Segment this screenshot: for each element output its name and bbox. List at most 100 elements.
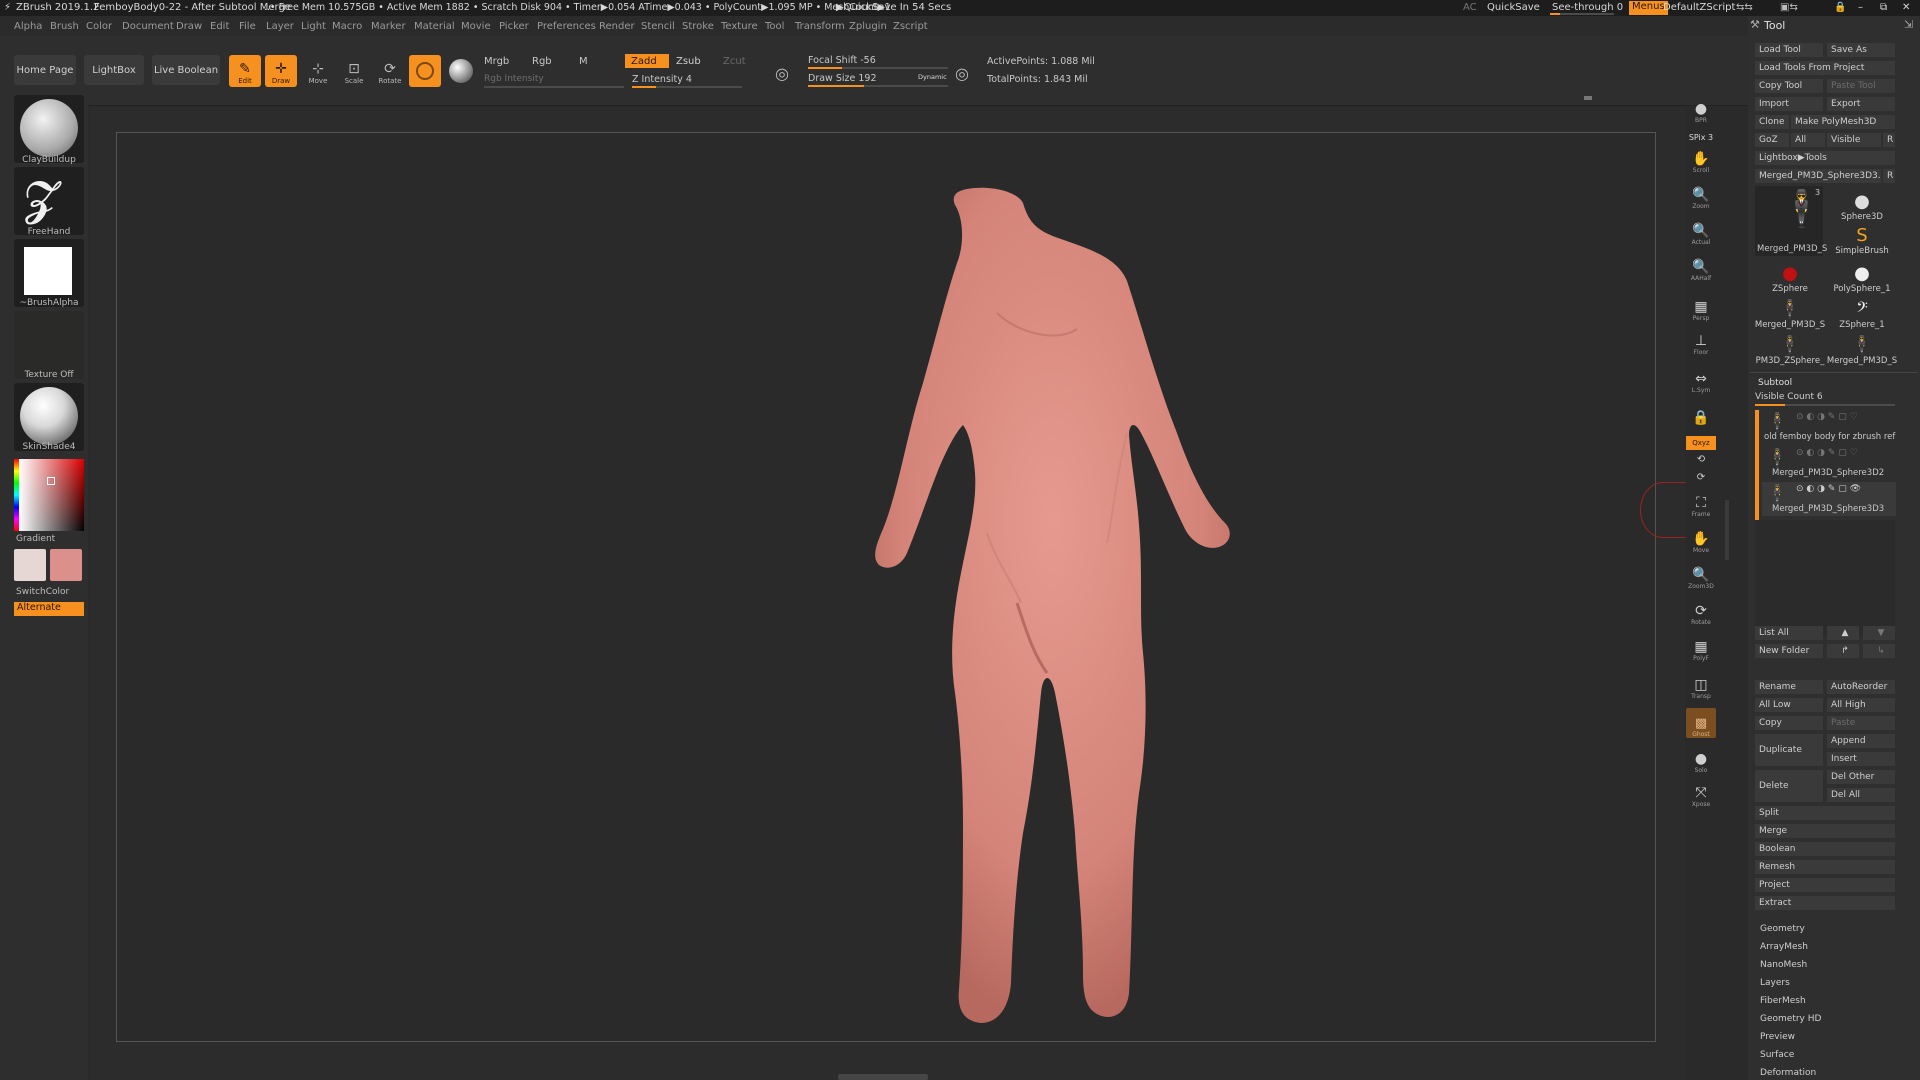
menu-alpha[interactable]: Alpha	[14, 21, 42, 32]
subtool-item-3-selected[interactable]: 🕴 ⊙ ◐ ◑ ✎ ▢ 👁 Merged_PM3D_Sphere3D3	[1762, 482, 1896, 516]
dynamic-toggle[interactable]: Dynamic	[918, 73, 947, 81]
ghost-toggle[interactable]: ▩ Ghost	[1686, 708, 1716, 738]
viewport-canvas[interactable]	[116, 132, 1656, 1042]
rgb-intensity-slider[interactable]	[484, 86, 624, 88]
move-mode-button[interactable]: ⊹ Move	[302, 55, 334, 87]
material-sphere-icon[interactable]	[449, 59, 473, 83]
tool-thumb-polysphere[interactable]: ● PolySphere_1	[1827, 258, 1897, 294]
minimize-icon[interactable]: –	[1858, 2, 1863, 13]
menu-document[interactable]: Document	[122, 21, 174, 32]
list-all-button[interactable]: List All	[1755, 626, 1823, 640]
live-boolean-button[interactable]: Live Boolean	[152, 55, 220, 85]
zsub-toggle[interactable]: Zsub	[670, 54, 714, 68]
alpha-picker[interactable]	[14, 239, 84, 307]
subtool-toggles-icon[interactable]: ⊙ ◐ ◑ ✎ ▢ ♡	[1796, 448, 1858, 458]
zadd-toggle[interactable]: Zadd	[625, 54, 669, 68]
xyz-rotation-toggle[interactable]: Qxyz	[1686, 436, 1716, 450]
polyframe-button[interactable]: ▦ PolyF	[1686, 632, 1716, 662]
zcut-toggle[interactable]: Zcut	[717, 54, 761, 68]
hue-strip[interactable]	[14, 459, 19, 531]
zoom-button[interactable]: 🔍 Zoom	[1686, 180, 1716, 210]
palette-dock-icon[interactable]: ⇲	[1904, 18, 1913, 31]
tool-thumb-merged-3[interactable]: 🕴 Merged_PM3D_S	[1827, 330, 1897, 366]
import-button[interactable]: Import	[1755, 97, 1823, 111]
current-tool-slider[interactable]: Merged_PM3D_Sphere3D3.	[1755, 169, 1881, 183]
scroll-button[interactable]: ✋ Scroll	[1686, 144, 1716, 174]
section-geometry[interactable]: Geometry	[1760, 924, 1805, 934]
copy-tool-button[interactable]: Copy Tool	[1755, 79, 1823, 93]
menu-macro[interactable]: Macro	[332, 21, 362, 32]
texture-picker[interactable]	[14, 311, 84, 379]
section-layers[interactable]: Layers	[1760, 978, 1790, 988]
menu-stroke[interactable]: Stroke	[682, 21, 714, 32]
bpr-button[interactable]: ● BPR	[1686, 94, 1716, 124]
menu-zscript[interactable]: Zscript	[893, 21, 928, 32]
m-toggle[interactable]: M	[579, 56, 588, 67]
visible-count-track[interactable]	[1755, 404, 1895, 406]
seethrough-track[interactable]	[1550, 13, 1614, 15]
seethrough-slider[interactable]: See-through 0	[1552, 2, 1623, 13]
folder-arrow-down-icon[interactable]: ↳	[1863, 644, 1895, 658]
load-tools-from-project-button[interactable]: Load Tools From Project	[1755, 61, 1895, 75]
del-other-button[interactable]: Del Other	[1827, 770, 1895, 784]
quicksave-button[interactable]: QuickSave	[1487, 2, 1540, 13]
menu-layer[interactable]: Layer	[266, 21, 294, 32]
frame-button[interactable]: ⛶ Frame	[1686, 488, 1716, 518]
default-script[interactable]: DefaultZScript	[1663, 2, 1735, 13]
autoreorder-button[interactable]: AutoReorder	[1827, 680, 1895, 694]
z-rotation-button[interactable]: ⟳	[1686, 468, 1716, 486]
material-picker[interactable]	[14, 383, 84, 451]
persp-button[interactable]: ▦ Persp	[1686, 292, 1716, 322]
current-tool-r-button[interactable]: R	[1883, 169, 1895, 183]
tool-thumb-merged-2[interactable]: 🕴 Merged_PM3D_S	[1755, 294, 1825, 330]
clone-button[interactable]: Clone	[1755, 115, 1789, 129]
subtool-toggles-icon[interactable]: ⊙ ◐ ◑ ✎ ▢ 👁	[1796, 484, 1861, 494]
menu-brush[interactable]: Brush	[50, 21, 79, 32]
gradient-label[interactable]: Gradient	[16, 534, 86, 544]
menu-render[interactable]: Render	[599, 21, 635, 32]
goz-button[interactable]: GoZ	[1755, 133, 1789, 147]
focal-shift-slider[interactable]	[808, 67, 948, 69]
merge-menu[interactable]: Merge	[1755, 824, 1895, 838]
folder-arrow-icon[interactable]: ↱	[1827, 644, 1859, 658]
home-page-button[interactable]: Home Page	[14, 55, 76, 85]
tool-thumb-zsphere[interactable]: ● ZSphere	[1755, 258, 1825, 294]
mrgb-toggle[interactable]: Mrgb	[484, 56, 509, 67]
copy-subtool-button[interactable]: Copy	[1755, 716, 1823, 730]
xpose-button[interactable]: ⤧ Xpose	[1686, 778, 1716, 808]
extract-menu[interactable]: Extract	[1755, 896, 1895, 910]
zoom3d-button[interactable]: 🔍 Zoom3D	[1686, 560, 1716, 590]
color-picker[interactable]	[14, 459, 84, 531]
section-fibermesh[interactable]: FiberMesh	[1760, 996, 1806, 1006]
move-up-icon[interactable]: ▲	[1827, 626, 1859, 640]
tool-thumb-zsphere1[interactable]: 𝄢 ZSphere_1	[1827, 294, 1897, 330]
ac-label[interactable]: AC	[1463, 2, 1477, 13]
menu-stencil[interactable]: Stencil	[641, 21, 675, 32]
draw-mode-button[interactable]: ✛ Draw	[265, 55, 297, 87]
bottom-tray-handle[interactable]	[838, 1074, 928, 1080]
menu-picker[interactable]: Picker	[499, 21, 529, 32]
paste-subtool-button[interactable]: Paste	[1827, 716, 1895, 730]
menu-texture[interactable]: Texture	[721, 21, 758, 32]
ui-layout-icon[interactable]: ⇆⇆	[1736, 2, 1753, 13]
duplicate-button[interactable]: Duplicate	[1755, 734, 1823, 766]
goz-all-button[interactable]: All	[1791, 133, 1825, 147]
section-deformation[interactable]: Deformation	[1760, 1068, 1816, 1078]
spix-slider[interactable]: SPix 3	[1686, 128, 1716, 142]
export-button[interactable]: Export	[1827, 97, 1895, 111]
insert-button[interactable]: Insert	[1827, 752, 1895, 766]
menu-edit[interactable]: Edit	[210, 21, 229, 32]
body-model[interactable]	[117, 133, 1657, 1043]
layout-switch-icon[interactable]: ▣⇆	[1780, 2, 1798, 13]
new-folder-button[interactable]: New Folder	[1755, 644, 1823, 658]
split-menu[interactable]: Split	[1755, 806, 1895, 820]
menus-toggle[interactable]: Menus	[1629, 1, 1668, 15]
close-icon[interactable]: ✕	[1902, 2, 1910, 13]
project-menu[interactable]: Project	[1755, 878, 1895, 892]
actual-button[interactable]: 🔍 Actual	[1686, 216, 1716, 246]
subtool-item-2[interactable]: 🕴 ⊙ ◐ ◑ ✎ ▢ ♡ Merged_PM3D_Sphere3D2	[1762, 446, 1896, 480]
save-as-button[interactable]: Save As	[1827, 43, 1895, 57]
all-low-button[interactable]: All Low	[1755, 698, 1823, 712]
draw-size-slider[interactable]	[808, 85, 948, 87]
alternate-toggle[interactable]: Alternate	[14, 602, 84, 616]
